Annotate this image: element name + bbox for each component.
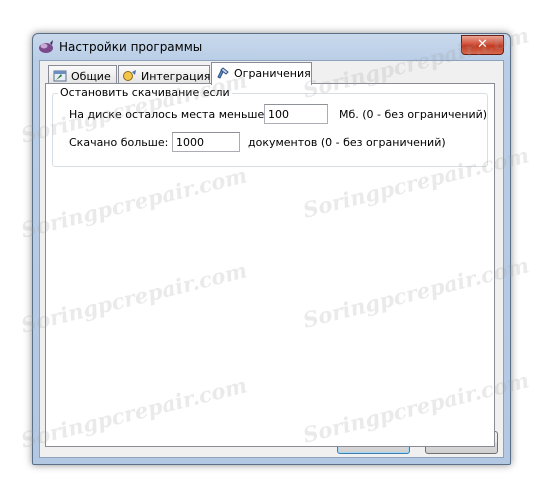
title-bar[interactable]: Настройки программы ✕ bbox=[33, 34, 510, 60]
general-icon bbox=[53, 70, 67, 82]
tab-integration[interactable]: Интеграция bbox=[118, 65, 210, 84]
limits-panel: Остановить скачивание если На диске оста… bbox=[45, 83, 495, 447]
limits-icon bbox=[217, 67, 229, 79]
app-icon bbox=[39, 40, 53, 53]
downloaded-input[interactable] bbox=[172, 132, 240, 152]
close-icon: ✕ bbox=[477, 37, 488, 52]
downloaded-label: Скачано больше: bbox=[69, 136, 169, 149]
disk-space-input[interactable] bbox=[264, 104, 328, 124]
disk-space-unit: Мб. (0 - без ограничений) bbox=[339, 108, 488, 121]
tab-general-label: Общие bbox=[71, 70, 111, 83]
settings-dialog: Настройки программы ✕ Общие Интеграция О… bbox=[32, 33, 511, 465]
dialog-client-area: Общие Интеграция Ограничения Остановить … bbox=[39, 60, 504, 458]
disk-space-label: На диске осталось места меньше: bbox=[69, 108, 268, 121]
window-title: Настройки программы bbox=[59, 40, 203, 54]
tab-limits[interactable]: Ограничения bbox=[211, 62, 312, 85]
group-title: Остановить скачивание если bbox=[58, 86, 232, 99]
integration-icon bbox=[123, 70, 136, 81]
tab-limits-label: Ограничения bbox=[234, 67, 311, 80]
stop-download-group: Остановить скачивание если На диске оста… bbox=[52, 86, 488, 167]
close-button[interactable]: ✕ bbox=[461, 35, 504, 55]
downloaded-unit: документов (0 - без ограничений) bbox=[248, 136, 446, 149]
tab-general[interactable]: Общие bbox=[48, 65, 117, 84]
tab-integration-label: Интеграция bbox=[141, 70, 211, 83]
